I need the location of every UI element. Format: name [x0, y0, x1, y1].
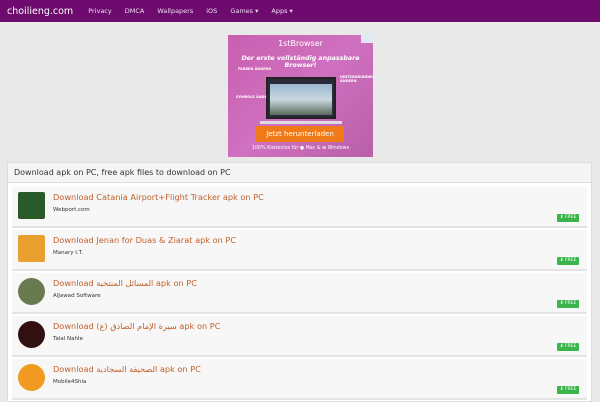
app-icon[interactable] — [18, 192, 45, 219]
app-developer: Talal Nahle — [53, 336, 83, 342]
app-list-item[interactable]: Download Jenan for Duas & Ziarat apk on … — [12, 230, 587, 271]
app-list-item[interactable]: Download (ع) سيرة الإمام الصادق apk on P… — [12, 316, 587, 357]
free-label: FREE — [564, 215, 577, 220]
app-developer: Mobile4Shia — [53, 379, 87, 385]
app-icon[interactable] — [18, 235, 45, 262]
app-icon[interactable] — [18, 278, 45, 305]
free-badge[interactable]: ⬇ FREE — [557, 300, 579, 308]
apps-panel: Download apk on PC, free apk files to do… — [7, 162, 592, 402]
download-icon: ⬇ — [559, 301, 564, 306]
ad-label: HINTERGRUNDBILDER ÄNDERN — [340, 75, 373, 83]
app-title-link[interactable]: Download الصحيفة السجادية apk on PC — [53, 364, 201, 374]
app-developer: AlJawad Software — [53, 293, 101, 299]
free-label: FREE — [564, 344, 577, 349]
free-badge[interactable]: ⬇ FREE — [557, 343, 579, 351]
download-icon: ⬇ — [559, 344, 564, 349]
app-list-item[interactable]: Download المسائل المنتخبة apk on PC AlJa… — [12, 273, 587, 314]
free-label: FREE — [564, 387, 577, 392]
app-developer: Manary I.T. — [53, 250, 84, 256]
nav-apps-dropdown[interactable]: Apps ▾ — [271, 7, 292, 15]
download-icon: ⬇ — [559, 387, 564, 392]
free-label: FREE — [564, 301, 577, 306]
panel-title: Download apk on PC, free apk files to do… — [8, 163, 591, 183]
advertisement-banner[interactable]: 1stBrowser Der erste vollständig anpassb… — [228, 35, 373, 157]
brand-link[interactable]: choilieng.com — [7, 6, 73, 17]
app-title-link[interactable]: Download (ع) سيرة الإمام الصادق apk on P… — [53, 321, 220, 331]
app-developer: Webport.com — [53, 207, 90, 213]
app-title-link[interactable]: Download Jenan for Duas & Ziarat apk on … — [53, 235, 236, 245]
nav-dmca[interactable]: DMCA — [125, 7, 145, 15]
nav-privacy[interactable]: Privacy — [88, 7, 112, 15]
free-label: FREE — [564, 258, 577, 263]
navbar: choilieng.com Privacy DMCA Wallpapers iO… — [0, 0, 600, 22]
nav-games-dropdown[interactable]: Games ▾ — [230, 7, 258, 15]
ad-laptop-image — [266, 77, 336, 119]
ad-download-button[interactable]: Jetzt herunterladen — [256, 126, 344, 142]
free-badge[interactable]: ⬇ FREE — [557, 386, 579, 394]
ad-label: FARBEN ÄNDERN — [238, 67, 272, 71]
app-title-link[interactable]: Download المسائل المنتخبة apk on PC — [53, 278, 197, 288]
ad-logo: 1stBrowser — [278, 39, 323, 48]
app-list-item[interactable]: Download الصحيفة السجادية apk on PC Mobi… — [12, 359, 587, 400]
app-title-link[interactable]: Download Catania Airport+Flight Tracker … — [53, 192, 264, 202]
free-badge[interactable]: ⬇ FREE — [557, 257, 579, 265]
download-icon: ⬇ — [559, 258, 564, 263]
free-badge[interactable]: ⬇ FREE — [557, 214, 579, 222]
download-icon: ⬇ — [559, 215, 564, 220]
nav-ios[interactable]: iOS — [206, 7, 217, 15]
app-list-item[interactable]: Download Catania Airport+Flight Tracker … — [12, 187, 587, 228]
ad-footer: 100% Kostenlos für ● Mac & ⊞ Windows — [251, 146, 350, 151]
app-icon[interactable] — [18, 364, 45, 391]
ad-laptop-base — [260, 121, 342, 124]
app-icon[interactable] — [18, 321, 45, 348]
nav-wallpapers[interactable]: Wallpapers — [157, 7, 193, 15]
